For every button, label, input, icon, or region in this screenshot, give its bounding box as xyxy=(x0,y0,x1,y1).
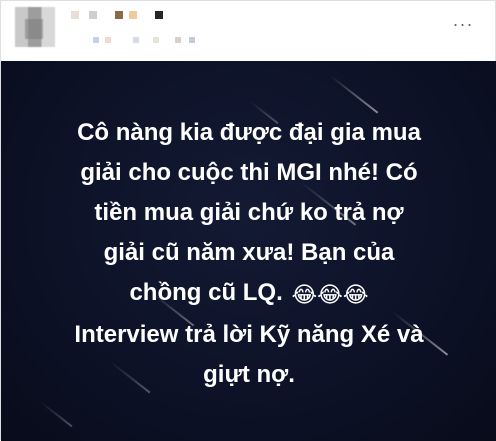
post-line: chồng cũ LQ. xyxy=(129,279,283,306)
laughing-tears-emoji-icon: 😂😂😂 xyxy=(291,282,369,307)
post-line-with-emoji: chồng cũ LQ. 😂😂😂 xyxy=(15,273,483,315)
light-streak xyxy=(329,75,379,114)
post-line: tiền mua giải chứ ko trả nợ xyxy=(94,199,404,226)
light-streak xyxy=(39,401,73,428)
post-header: ··· xyxy=(1,1,496,61)
post-line: Interview trả lời Kỹ năng Xé và xyxy=(74,321,424,348)
author-name-blurred[interactable] xyxy=(71,11,171,23)
post-line: giải cho cuộc thi MGI nhé! Có xyxy=(80,159,418,186)
post-line: giải cũ năm xưa! Bạn của xyxy=(103,239,395,266)
post-meta-blurred xyxy=(93,37,203,43)
post-card: ··· Cô nàng kia được đại gia mua giải ch… xyxy=(0,0,496,441)
post-line: giựt nợ. xyxy=(203,361,295,388)
post-text: Cô nàng kia được đại gia mua giải cho cu… xyxy=(15,113,483,395)
post-line: Cô nàng kia được đại gia mua xyxy=(77,119,421,146)
avatar[interactable] xyxy=(15,7,55,47)
post-background: Cô nàng kia được đại gia mua giải cho cu… xyxy=(1,61,496,441)
more-options-button[interactable]: ··· xyxy=(451,15,475,33)
